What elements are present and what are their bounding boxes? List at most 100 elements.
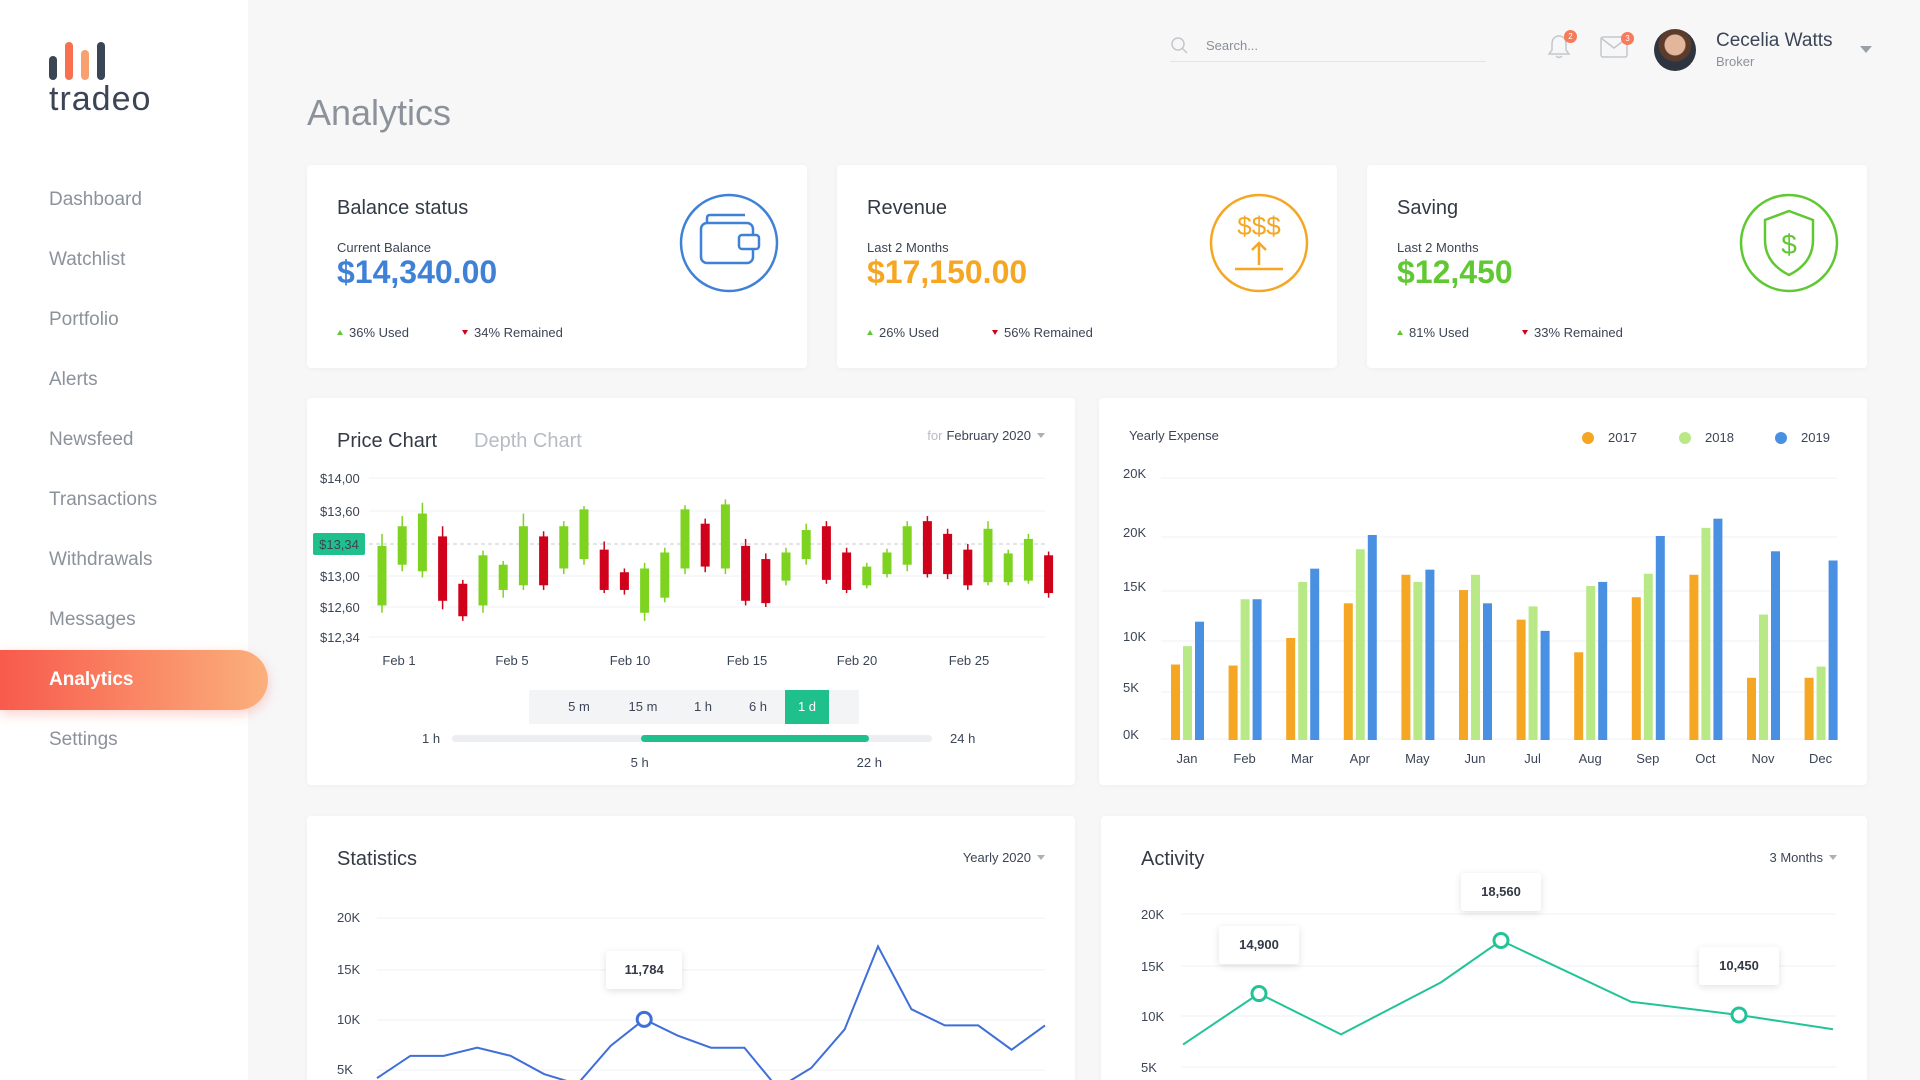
- bar-2017: [1171, 664, 1180, 740]
- x-tick-label: Apr: [1350, 751, 1371, 766]
- sidebar-item-settings[interactable]: Settings: [0, 710, 270, 770]
- bar-2018: [1759, 614, 1768, 740]
- logo[interactable]: tradeo: [49, 40, 151, 119]
- sidebar-item-transactions[interactable]: Transactions: [0, 470, 270, 530]
- statistics-series-line: [376, 944, 1046, 1080]
- user-menu-chevron-down-icon[interactable]: [1860, 46, 1872, 53]
- bar-2019: [1540, 630, 1550, 740]
- candle-up: [417, 513, 427, 572]
- bar-2018: [1355, 549, 1365, 740]
- x-tick-label: Jan: [1177, 751, 1198, 766]
- sidebar-item-analytics[interactable]: Analytics: [0, 650, 268, 710]
- x-tick-label: Jun: [1465, 751, 1486, 766]
- y-tick-label: 10K: [1141, 1009, 1164, 1024]
- stat-used: 36% Used: [337, 325, 409, 340]
- y-tick-label: 15K: [1141, 959, 1164, 974]
- sidebar-item-messages[interactable]: Messages: [0, 590, 270, 650]
- timeframe-6h[interactable]: 6 h: [731, 690, 785, 724]
- candle-up: [478, 555, 488, 606]
- candle-down: [741, 545, 751, 601]
- bar-2017: [1401, 574, 1411, 740]
- sidebar-item-dashboard[interactable]: Dashboard: [0, 170, 270, 230]
- y-tick-label: 15K: [1123, 579, 1146, 594]
- bar-2017: [1286, 638, 1296, 740]
- x-tick-label: Feb 20: [837, 653, 877, 668]
- notifications-button[interactable]: 2: [1547, 30, 1577, 65]
- bar-2019: [1195, 621, 1204, 740]
- candle-up: [882, 552, 892, 575]
- candle-up: [1003, 553, 1013, 583]
- down-arrow-icon: [992, 330, 998, 335]
- y-tick-label: 5K: [1141, 1060, 1157, 1075]
- bar-2018: [1298, 581, 1308, 740]
- search-icon[interactable]: [1170, 36, 1190, 56]
- user-role: Broker: [1716, 54, 1755, 69]
- revenue-card: Revenue Last 2 Months $17,150.00 26% Use…: [837, 165, 1337, 368]
- search-input[interactable]: [1206, 38, 1446, 53]
- stat-used: 81% Used: [1397, 325, 1469, 340]
- x-tick-label: Sep: [1636, 751, 1659, 766]
- sidebar: tradeo Dashboard Watchlist Portfolio Alerts…: [0, 0, 268, 1080]
- candle-down: [943, 533, 953, 575]
- sidebar-item-newsfeed[interactable]: Newsfeed: [0, 410, 270, 470]
- candle-up: [579, 509, 589, 560]
- bar-2018: [1816, 666, 1826, 740]
- y-tick-label: 5K: [337, 1062, 353, 1077]
- current-price-label: $13,34: [319, 537, 359, 552]
- y-tick-label: 20K: [1141, 907, 1164, 922]
- stat-value: $17,150.00: [867, 254, 1028, 290]
- candle-down: [842, 552, 852, 590]
- notifications-badge: 2: [1564, 30, 1577, 43]
- bar-2019: [1598, 581, 1608, 740]
- y-tick-label: 10K: [337, 1012, 360, 1027]
- stat-used-text: 36% Used: [349, 325, 409, 340]
- range-slider-fill[interactable]: [640, 735, 869, 742]
- y-tick-label: 15K: [337, 962, 360, 977]
- candle-up: [720, 504, 730, 569]
- candle-up: [862, 566, 872, 586]
- revenue-icon: $$$: [1209, 193, 1309, 293]
- bar-2018: [1528, 606, 1538, 740]
- stat-used: 26% Used: [867, 325, 939, 340]
- sidebar-item-alerts[interactable]: Alerts: [0, 350, 270, 410]
- bar-2019: [1655, 536, 1665, 740]
- timeframe-5m[interactable]: 5 m: [547, 690, 611, 724]
- range-max-label: 24 h: [950, 731, 976, 746]
- avatar[interactable]: [1654, 29, 1696, 71]
- bar-2019: [1252, 599, 1262, 740]
- y-tick-label: $13,60: [320, 504, 360, 519]
- stat-remained-text: 33% Remained: [1534, 325, 1623, 340]
- x-tick-label: Dec: [1809, 751, 1833, 766]
- x-tick-label: Feb 25: [949, 653, 989, 668]
- bar-2018: [1183, 646, 1192, 740]
- bar-2017: [1516, 619, 1526, 740]
- search-bar[interactable]: [1170, 30, 1486, 62]
- bar-2017: [1228, 665, 1238, 740]
- range-slider[interactable]: [452, 735, 932, 742]
- statistics-chart: 20K 15K 10K 5K: [337, 910, 1046, 1080]
- candle-down: [599, 549, 609, 590]
- bar-2018: [1240, 599, 1250, 740]
- logo-bars: [49, 40, 113, 80]
- x-tick-label: Mar: [1291, 751, 1314, 766]
- range-start-label: 5 h: [630, 755, 649, 770]
- stat-value: $12,450: [1397, 254, 1513, 290]
- stat-remained: 33% Remained: [1522, 325, 1623, 340]
- sidebar-item-watchlist[interactable]: Watchlist: [0, 230, 270, 290]
- activity-highlight-point: [1250, 985, 1268, 1003]
- stat-remained-text: 56% Remained: [1004, 325, 1093, 340]
- timeframe-1h[interactable]: 1 h: [675, 690, 731, 724]
- timeframe-1d[interactable]: 1 d: [785, 690, 829, 724]
- sidebar-item-portfolio[interactable]: Portfolio: [0, 290, 270, 350]
- yearly-expense-chart: 20K 20K 15K 10K 5K 0K Jan Feb Mar Apr May Jun Jul Aug…: [1123, 466, 1838, 766]
- bar-2018: [1586, 585, 1596, 740]
- timeframe-15m[interactable]: 15 m: [611, 690, 675, 724]
- stat-subtitle: Last 2 Months: [867, 240, 949, 255]
- bar-2017: [1574, 652, 1584, 740]
- bar-2017: [1747, 677, 1756, 740]
- range-min-label: 1 h: [422, 731, 441, 746]
- messages-button[interactable]: 3: [1600, 32, 1634, 63]
- bar-2019: [1713, 518, 1723, 740]
- stat-remained: 34% Remained: [462, 325, 563, 340]
- sidebar-item-withdrawals[interactable]: Withdrawals: [0, 530, 270, 590]
